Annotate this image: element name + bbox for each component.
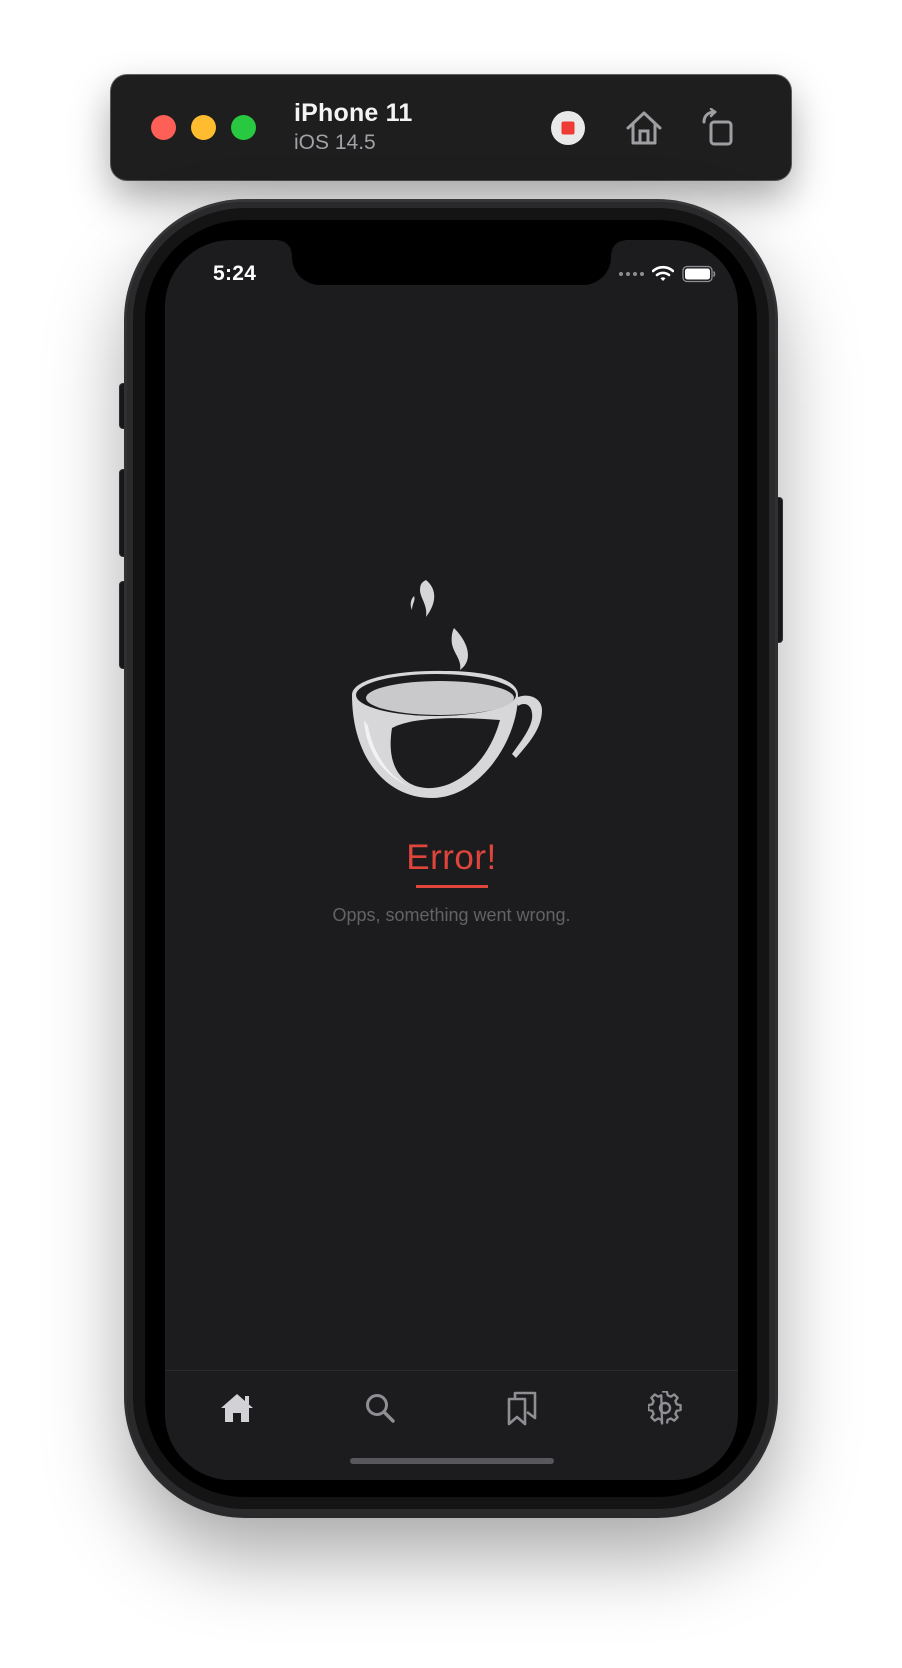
rotate-icon <box>702 107 733 146</box>
tab-settings[interactable] <box>635 1383 695 1433</box>
home-button[interactable] <box>624 108 664 148</box>
signal-icon <box>619 272 644 276</box>
search-icon <box>366 1394 395 1423</box>
tab-home[interactable] <box>207 1383 267 1433</box>
home-indicator[interactable] <box>350 1458 554 1464</box>
tab-bookmarks[interactable] <box>492 1383 552 1433</box>
wifi-icon <box>652 265 674 281</box>
bookmarks-icon <box>507 1391 537 1426</box>
device-name: iPhone 11 <box>294 99 413 127</box>
phone-screen: 5:24 Error! Opps, something went wrong. <box>165 240 738 1480</box>
zoom-window-button[interactable] <box>231 115 256 140</box>
error-message: Opps, something went wrong. <box>332 905 571 925</box>
record-button[interactable] <box>548 108 588 148</box>
minimize-window-button[interactable] <box>191 115 216 140</box>
simulator-toolbar: iPhone 11 iOS 14.5 <box>111 75 791 180</box>
silent-switch <box>120 384 127 428</box>
volume-down-button <box>120 582 127 668</box>
notch <box>278 240 625 285</box>
power-button <box>775 498 782 642</box>
status-time: 5:24 <box>213 262 257 285</box>
battery-icon <box>682 265 716 283</box>
record-icon <box>551 111 585 145</box>
simulator-stage: iPhone 11 iOS 14.5 5:24 Error! Opps, som… <box>0 0 902 1668</box>
settings-icon <box>648 1391 682 1425</box>
home-icon <box>626 111 662 145</box>
tab-search[interactable] <box>350 1383 410 1433</box>
close-window-button[interactable] <box>151 115 176 140</box>
volume-up-button <box>120 470 127 556</box>
error-title-underline <box>416 885 488 888</box>
home-icon <box>221 1394 253 1422</box>
status-icons <box>619 264 716 284</box>
rotate-button[interactable] <box>698 107 738 148</box>
device-os-version: iOS 14.5 <box>294 131 376 154</box>
error-title: Error! <box>406 838 497 877</box>
coffee-cup-icon <box>352 580 542 798</box>
